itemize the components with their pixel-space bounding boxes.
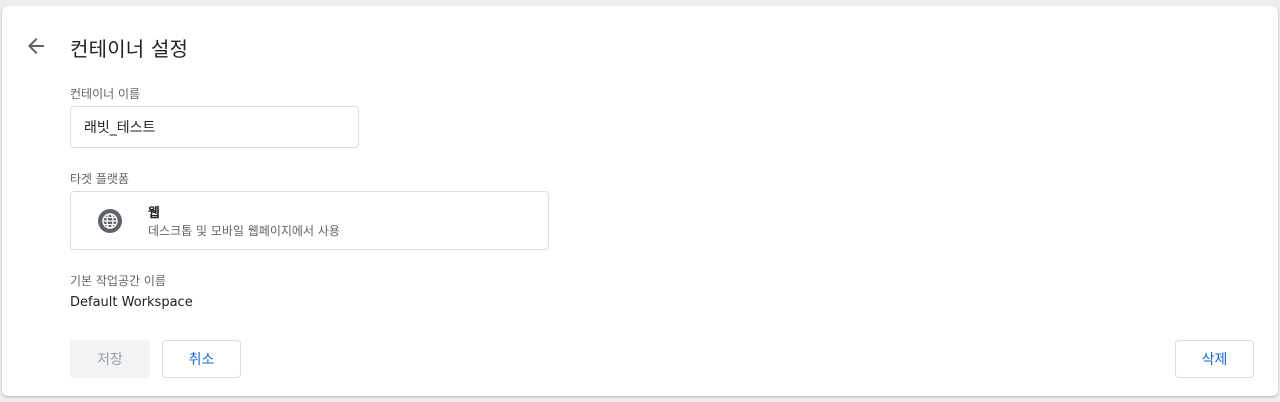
target-platform-option-web[interactable]: 웹 데스크톱 및 모바일 웹페이지에서 사용 (70, 191, 549, 250)
delete-button[interactable]: 삭제 (1175, 340, 1254, 378)
page-title: 컨테이너 설정 (70, 37, 189, 61)
container-name-label: 컨테이너 이름 (70, 87, 141, 101)
globe-icon (98, 209, 122, 233)
default-workspace-value: Default Workspace (70, 295, 193, 310)
container-settings-card: 컨테이너 설정 컨테이너 이름 타겟 플랫폼 웹 데스크톱 및 모바일 웹페이지… (2, 6, 1278, 396)
save-button[interactable]: 저장 (70, 340, 150, 378)
back-button[interactable] (22, 32, 50, 60)
container-name-input[interactable] (70, 106, 359, 148)
platform-option-title: 웹 (148, 206, 160, 221)
cancel-button[interactable]: 취소 (162, 340, 241, 378)
default-workspace-label: 기본 작업공간 이름 (70, 274, 166, 288)
arrow-back-icon (28, 38, 44, 54)
target-platform-label: 타겟 플랫폼 (70, 172, 130, 186)
platform-option-description: 데스크톱 및 모바일 웹페이지에서 사용 (148, 224, 340, 238)
